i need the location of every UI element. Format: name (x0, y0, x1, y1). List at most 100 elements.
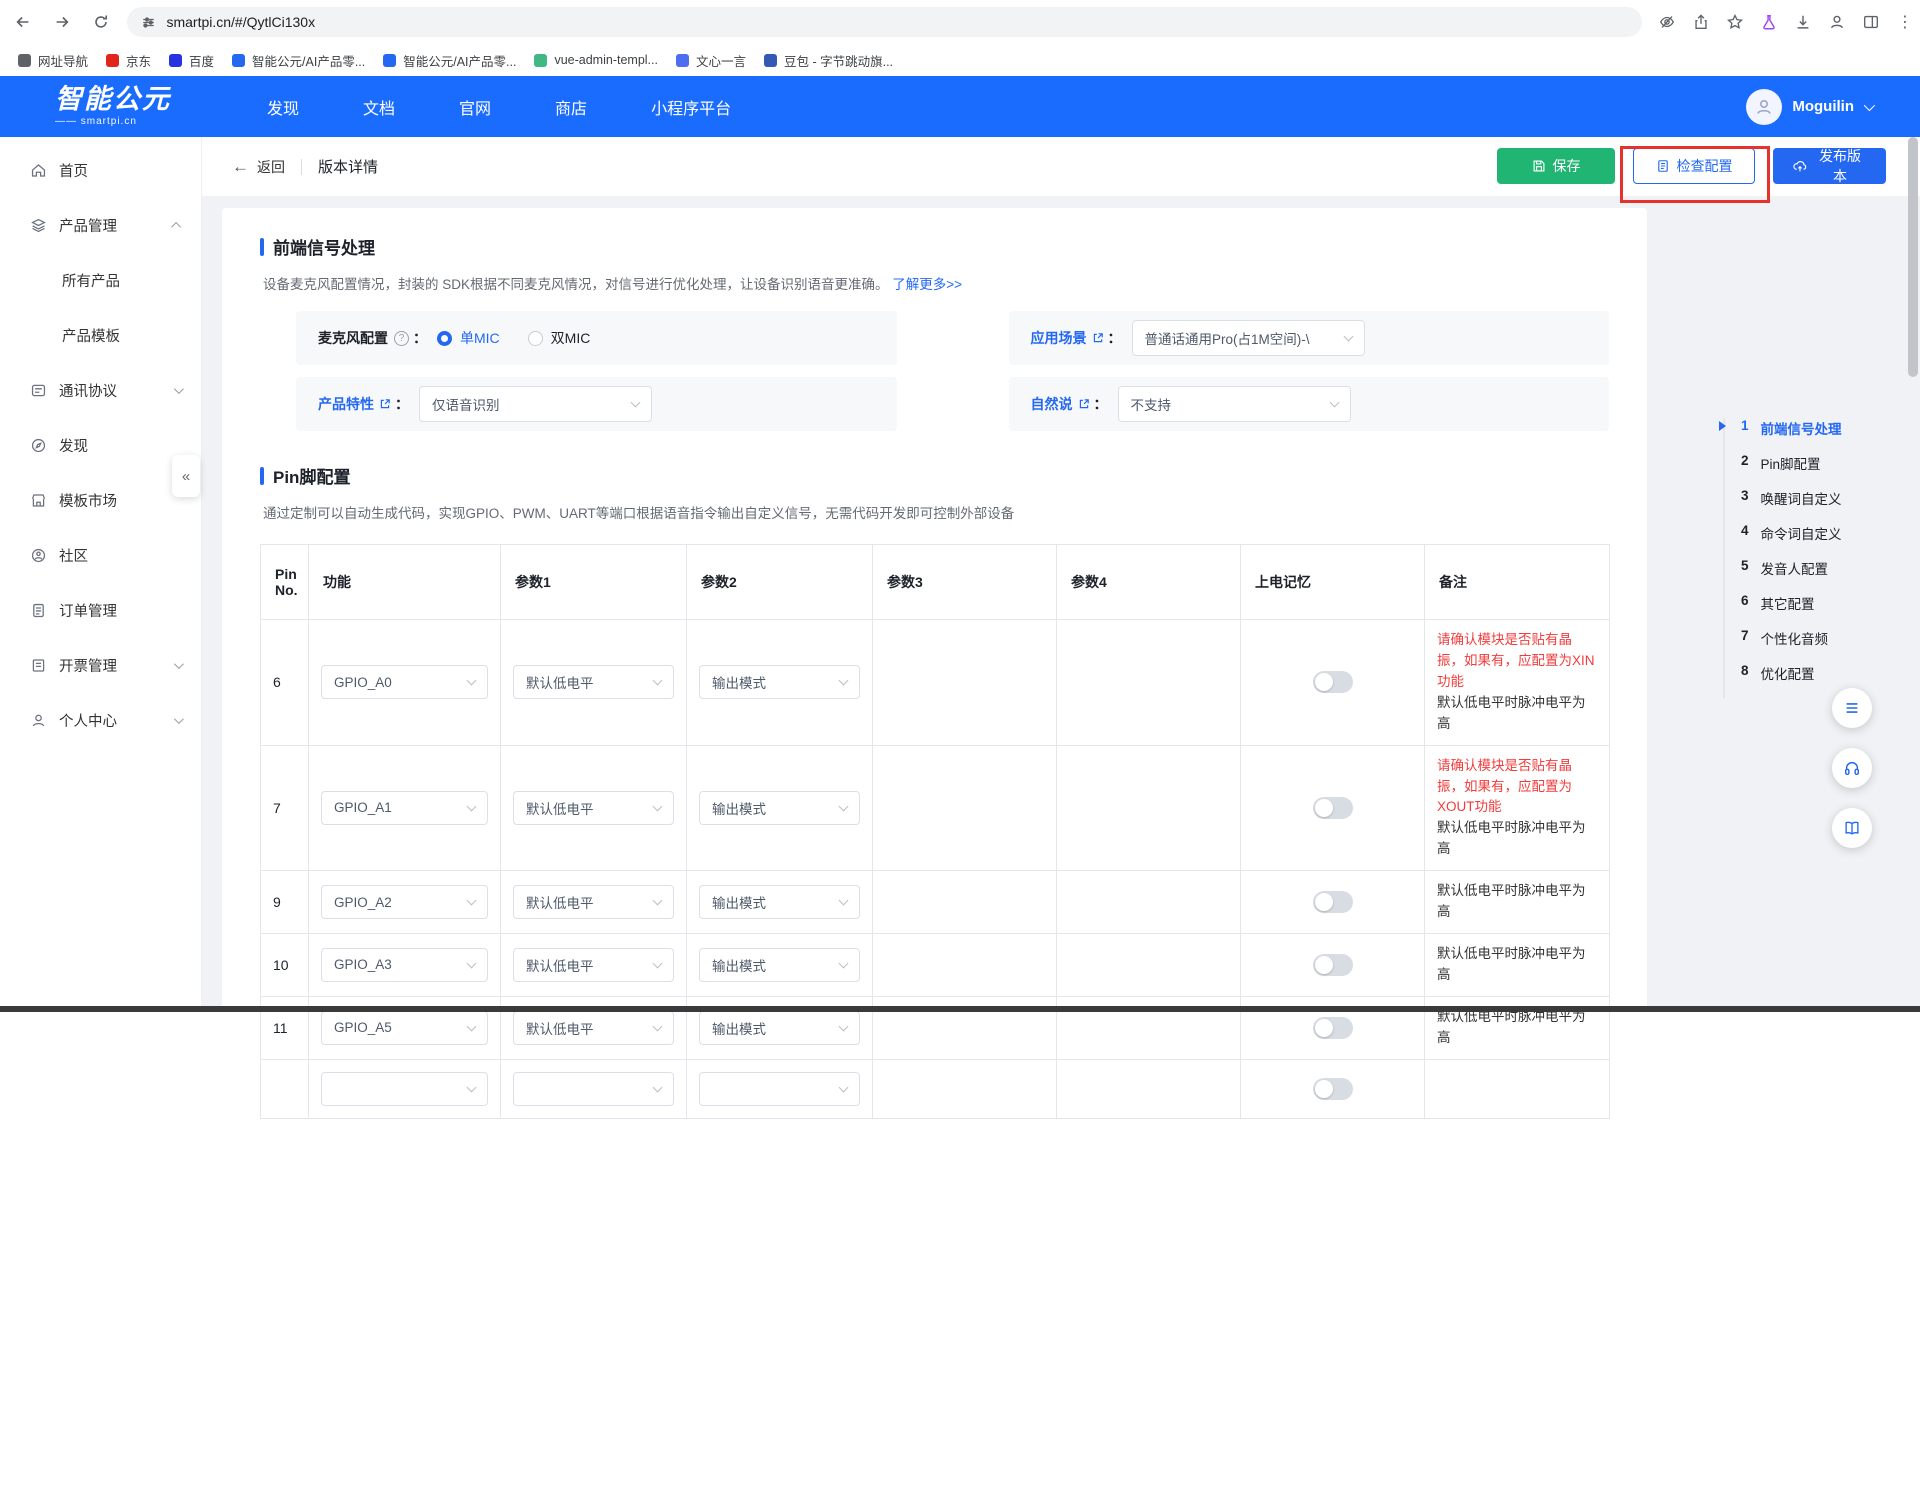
float-list-button[interactable] (1832, 688, 1872, 728)
power-memory-toggle[interactable] (1313, 797, 1353, 819)
function-select[interactable]: GPIO_A0 (321, 665, 488, 699)
param1-select[interactable]: 默认低电平 (513, 885, 674, 919)
kebab-menu-icon[interactable]: ⋮ (1890, 7, 1920, 37)
nav-item-discover[interactable]: 发现 (267, 95, 299, 119)
power-memory-toggle[interactable] (1313, 1078, 1353, 1100)
sidebar-item-personal-center[interactable]: 个人中心 (0, 695, 201, 745)
protocol-icon (30, 382, 47, 399)
page-toolbar: ← 返回 版本详情 保存 检查配置 发布版本 (202, 137, 1920, 196)
param2-select[interactable]: 输出模式 (699, 948, 860, 982)
chevron-down-icon (839, 896, 849, 906)
function-select[interactable]: GPIO_A1 (321, 791, 488, 825)
sidebar-item-product-templates[interactable]: 产品模板 (0, 310, 201, 360)
sidebar-item-protocol[interactable]: 通讯协议 (0, 365, 201, 415)
anchor-item-optimization[interactable]: 8 优化配置 (1741, 663, 1842, 683)
document-icon (1656, 159, 1670, 173)
radio-single-mic[interactable]: 单MIC (437, 328, 500, 348)
nav-item-miniprogram[interactable]: 小程序平台 (651, 95, 731, 119)
param2-select[interactable] (699, 1072, 860, 1106)
back-arrow-icon[interactable]: ← (232, 157, 249, 177)
nav-item-store[interactable]: 商店 (555, 95, 587, 119)
function-select[interactable]: GPIO_A5 (321, 1011, 488, 1045)
reload-icon (92, 13, 110, 31)
address-bar[interactable]: smartpi.cn/#/QytlCi130x (127, 7, 1642, 37)
bookmark-item[interactable]: 智能公元/AI产品零... (224, 48, 373, 73)
bookmark-item[interactable]: vue-admin-templ... (526, 50, 666, 70)
sidebar-item-template-market[interactable]: 模板市场 (0, 475, 201, 525)
bookmark-star-icon[interactable] (1720, 7, 1750, 37)
back-button[interactable]: 返回 (257, 157, 285, 177)
download-icon[interactable] (1788, 7, 1818, 37)
sidebar-item-product-management[interactable]: 产品管理 (0, 200, 201, 250)
param2-select[interactable]: 输出模式 (699, 665, 860, 699)
param2-select[interactable]: 输出模式 (699, 885, 860, 919)
float-docs-button[interactable] (1832, 808, 1872, 848)
profile-icon[interactable] (1822, 7, 1852, 37)
power-memory-toggle[interactable] (1313, 891, 1353, 913)
radio-dual-mic[interactable]: 双MIC (528, 328, 591, 348)
bookmark-item[interactable]: 网址导航 (10, 48, 96, 73)
param1-select[interactable]: 默认低电平 (513, 791, 674, 825)
bookmark-item[interactable]: 百度 (161, 48, 222, 73)
logo[interactable]: 智能公元 —— smartpi.cn (55, 86, 205, 127)
bookmark-item[interactable]: 文心一言 (668, 48, 754, 73)
scene-select[interactable]: 普通话通用Pro(占1M空间)-\ (1132, 320, 1365, 356)
natural-speech-select[interactable]: 不支持 (1118, 386, 1351, 422)
sidebar-item-orders[interactable]: 订单管理 (0, 585, 201, 635)
anchor-item-signal[interactable]: 1 前端信号处理 (1741, 418, 1842, 438)
anchor-item-voice[interactable]: 5 发音人配置 (1741, 558, 1842, 578)
feature-label[interactable]: 产品特性 (318, 394, 391, 414)
function-select[interactable]: GPIO_A2 (321, 885, 488, 919)
nav-item-docs[interactable]: 文档 (363, 95, 395, 119)
bookmark-item[interactable]: 智能公元/AI产品零... (375, 48, 524, 73)
learn-more-link[interactable]: 了解更多>> (892, 277, 962, 292)
param1-select[interactable] (513, 1072, 674, 1106)
param1-select[interactable]: 默认低电平 (513, 948, 674, 982)
browser-forward-button[interactable] (45, 5, 78, 39)
power-memory-toggle[interactable] (1313, 1017, 1353, 1039)
browser-back-button[interactable] (6, 5, 39, 39)
browser-reload-button[interactable] (84, 5, 117, 39)
share-icon[interactable] (1686, 7, 1716, 37)
eye-off-icon[interactable] (1652, 7, 1682, 37)
anchor-item-custom-audio[interactable]: 7 个性化音频 (1741, 628, 1842, 648)
split-screen-icon[interactable] (1856, 7, 1886, 37)
sidebar-item-all-products[interactable]: 所有产品 (0, 255, 201, 305)
param2-select[interactable]: 输出模式 (699, 791, 860, 825)
anchor-item-other[interactable]: 6 其它配置 (1741, 593, 1842, 613)
function-select[interactable]: GPIO_A3 (321, 948, 488, 982)
user-menu[interactable]: Moguilin (1746, 76, 1872, 137)
feature-select[interactable]: 仅语音识别 (419, 386, 652, 422)
float-support-button[interactable] (1832, 748, 1872, 788)
anchor-item-pin[interactable]: 2 Pin脚配置 (1741, 453, 1842, 473)
param1-select[interactable]: 默认低电平 (513, 1011, 674, 1045)
market-icon (30, 492, 47, 509)
save-button[interactable]: 保存 (1497, 148, 1615, 184)
help-icon[interactable]: ? (394, 331, 409, 346)
function-select[interactable] (321, 1072, 488, 1106)
sidebar-item-community[interactable]: 社区 (0, 530, 201, 580)
bookmark-item[interactable]: 京东 (98, 48, 159, 73)
sidebar-item-invoicing[interactable]: 开票管理 (0, 640, 201, 690)
extension-flask-icon[interactable] (1754, 7, 1784, 37)
sidebar-item-home[interactable]: 首页 (0, 145, 201, 195)
check-config-button[interactable]: 检查配置 (1633, 148, 1755, 184)
nav-item-website[interactable]: 官网 (459, 95, 491, 119)
sidebar-item-discover[interactable]: 发现 (0, 420, 201, 470)
sidebar-collapse-handle[interactable]: « (172, 455, 200, 497)
param1-select[interactable]: 默认低电平 (513, 665, 674, 699)
param3-cell (873, 934, 1057, 997)
natural-speech-label[interactable]: 自然说 (1031, 394, 1090, 414)
scrollbar-thumb[interactable] (1908, 137, 1918, 377)
anchor-num: 1 (1741, 418, 1749, 438)
param2-select[interactable]: 输出模式 (699, 1011, 860, 1045)
sidebar-item-label: 订单管理 (59, 600, 181, 621)
publish-button[interactable]: 发布版本 (1773, 148, 1886, 184)
power-memory-toggle[interactable] (1313, 954, 1353, 976)
anchor-num: 5 (1741, 558, 1749, 578)
scene-label[interactable]: 应用场景 (1031, 328, 1104, 348)
bookmark-item[interactable]: 豆包 - 字节跳动旗... (756, 48, 901, 73)
anchor-item-wakeword[interactable]: 3 唤醒词自定义 (1741, 488, 1842, 508)
anchor-item-commands[interactable]: 4 命令词自定义 (1741, 523, 1842, 543)
power-memory-toggle[interactable] (1313, 671, 1353, 693)
